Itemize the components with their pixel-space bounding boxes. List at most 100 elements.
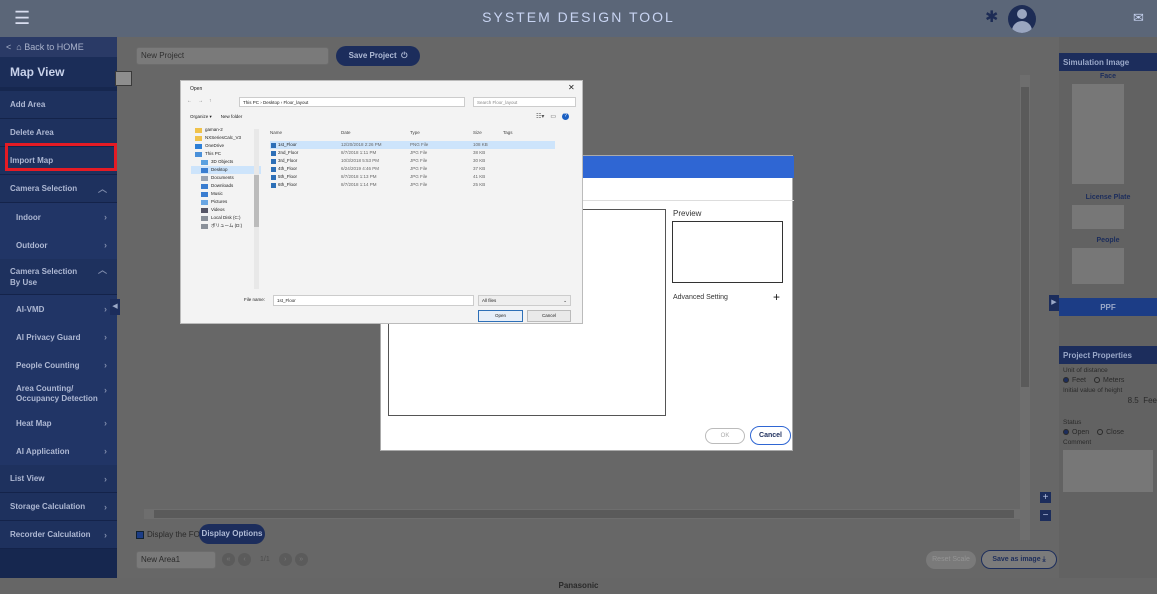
sidebar-item-people-counting[interactable]: People Counting › [0, 351, 117, 379]
help-icon[interactable]: ? [562, 113, 570, 120]
cancel-button[interactable]: Cancel [750, 426, 791, 445]
tree-item[interactable]: NXSeriesCalc_V3 [191, 134, 261, 142]
tree-item[interactable]: gaman-2 [191, 126, 261, 134]
vertical-scrollbar[interactable] [1020, 75, 1030, 540]
sidebar-item-ai-application[interactable]: AI Application › [0, 437, 117, 465]
settings-gear-icon[interactable]: ✱ [985, 9, 1003, 27]
file-type: JPG File [410, 174, 428, 179]
address-bar[interactable]: This PC › Desktop › Floor_layout [239, 97, 465, 107]
status-close-radio[interactable]: Close [1097, 429, 1124, 436]
open-button[interactable]: Open [478, 310, 523, 322]
initial-height-field[interactable]: 8.5 Fee [1059, 395, 1157, 406]
tree-item[interactable]: Local Disk (C:) [191, 214, 261, 222]
last-page-icon[interactable]: » [294, 553, 308, 566]
collapse-right-icon[interactable]: ▶ [1049, 295, 1059, 311]
tree-item[interactable]: 3D Objects [191, 158, 261, 166]
user-avatar-icon[interactable] [1008, 5, 1036, 33]
layer-toggle-icon[interactable] [115, 71, 132, 86]
file-row[interactable]: 5th_Floor 8/7/2018 1:13 PM JPG File 41 KB [270, 173, 555, 181]
file-row[interactable]: 3rd_Floor 10/3/2018 5:53 PM JPG File 30 KB [270, 157, 555, 165]
tree-item[interactable]: This PC [191, 150, 261, 158]
tree-item[interactable]: ボリューム (D:) [191, 222, 261, 230]
simulation-image-header[interactable]: Simulation Image [1059, 53, 1157, 71]
expand-plus-icon[interactable]: + [773, 290, 780, 304]
tree-item[interactable]: Desktop [191, 166, 261, 174]
sidebar-item-storage-calculation[interactable]: Storage Calculation › [0, 493, 117, 521]
tree-item[interactable]: Pictures [191, 198, 261, 206]
mail-icon[interactable]: ✉ [1133, 10, 1144, 26]
search-input[interactable]: Search Floor_layout [473, 97, 576, 107]
close-icon[interactable]: ✕ [568, 83, 575, 92]
area-name-input[interactable]: New Area1 [136, 551, 216, 569]
forward-arrow-icon[interactable]: → [198, 98, 203, 104]
column-header[interactable]: Type [410, 130, 473, 135]
scroll-thumb[interactable] [154, 510, 1014, 518]
scroll-thumb[interactable] [1021, 87, 1029, 387]
display-options-button[interactable]: Display Options [199, 524, 265, 544]
sidebar-item-indoor[interactable]: Indoor › [0, 203, 117, 231]
back-arrow-icon[interactable]: ← [187, 98, 192, 104]
sidebar-item-recorder-calculation[interactable]: Recorder Calculation › [0, 521, 117, 549]
tree-scrollbar[interactable] [254, 129, 259, 289]
people-preview [1072, 248, 1124, 284]
tree-item[interactable]: Documents [191, 174, 261, 182]
sidebar-item-heat-map[interactable]: Heat Map › [0, 409, 117, 437]
column-header[interactable]: Size [473, 130, 503, 135]
ok-button[interactable]: OK [705, 428, 745, 444]
next-page-icon[interactable]: › [278, 553, 292, 566]
file-row[interactable]: 1st_Floor 12/20/2018 2:26 PM PNG File 108 K… [270, 141, 555, 149]
new-folder-button[interactable]: New folder [221, 114, 243, 120]
comment-textarea[interactable] [1063, 450, 1153, 492]
sidebar-item-list-view[interactable]: List View › [0, 465, 117, 493]
sidebar-item-ai-privacy-guard[interactable]: AI Privacy Guard › [0, 323, 117, 351]
horizontal-scrollbar[interactable] [144, 509, 1022, 519]
project-name-input[interactable]: New Project [136, 47, 329, 65]
preview-pane-icon[interactable]: ▭ [550, 113, 556, 120]
unit-meters-radio[interactable]: Meters [1094, 377, 1124, 384]
organize-menu[interactable]: Organize ▾ [190, 114, 212, 120]
tree-item[interactable]: Downloads [191, 182, 261, 190]
map-view-label: Map View [10, 65, 65, 79]
tree-item[interactable]: OneDrive [191, 142, 261, 150]
back-to-home-link[interactable]: < ⌂ Back to HOME [0, 37, 117, 57]
status-open-radio[interactable]: Open [1063, 429, 1089, 436]
up-arrow-icon[interactable]: ↑ [209, 98, 212, 104]
display-fov-checkbox[interactable]: Display the FOV [136, 530, 205, 539]
view-options-icon[interactable]: ☷▾ [536, 113, 544, 120]
file-type-select[interactable]: All files ⌄ [478, 295, 571, 306]
file-row[interactable]: 2nd_Floor 8/7/2018 1:11 PM JPG File 38 KB [270, 149, 555, 157]
collapse-left-icon[interactable]: ◀ [110, 299, 120, 315]
tree-item[interactable]: Videos [191, 206, 261, 214]
map-view-header: Map View [0, 57, 117, 87]
project-properties-header[interactable]: Project Properties [1059, 346, 1157, 364]
sidebar-item-label: Heat Map [16, 418, 52, 428]
save-project-button[interactable]: Save Project ⏻ [336, 46, 420, 66]
sidebar-item-label: Camera Selection [10, 184, 78, 193]
sidebar-item-add-area[interactable]: Add Area [0, 91, 117, 119]
column-header[interactable]: Date [341, 130, 410, 135]
file-row[interactable]: 4th_Floor 6/24/2019 4:46 PM JPG File 37 KB [270, 165, 555, 173]
scroll-thumb[interactable] [254, 175, 259, 227]
column-header[interactable]: Tags [503, 130, 555, 135]
file-name-text: 2nd_Floor [278, 150, 299, 155]
sidebar-item-camera-selection-by-use[interactable]: Camera Selection By Use ︿ [0, 259, 117, 295]
reset-scale-button[interactable]: Reset Scale [926, 551, 976, 569]
file-list: 1st_Floor 12/20/2018 2:26 PM PNG File 108 K… [270, 141, 555, 189]
column-header[interactable]: Name [270, 130, 341, 135]
prev-page-icon[interactable]: ‹ [238, 553, 251, 566]
zoom-in-button[interactable]: + [1040, 492, 1051, 503]
first-page-icon[interactable]: « [222, 553, 235, 566]
tree-item[interactable]: Music [191, 190, 261, 198]
preview-label: Preview [673, 209, 702, 218]
sidebar-item-area-counting[interactable]: Area Counting/ Occupancy Detection › [0, 379, 117, 409]
file-name-input[interactable]: 1st_Floor [273, 295, 474, 306]
sidebar-item-ai-vmd[interactable]: AI-VMD › [0, 295, 117, 323]
zoom-out-button[interactable]: − [1040, 510, 1051, 521]
sidebar-item-outdoor[interactable]: Outdoor › [0, 231, 117, 259]
file-row[interactable]: 6th_Floor 8/7/2018 1:14 PM JPG File 25 KB [270, 181, 555, 189]
unit-feet-radio[interactable]: Feet [1063, 377, 1086, 384]
dialog-cancel-button[interactable]: Cancel [527, 310, 571, 322]
save-as-image-button[interactable]: Save as image ⤓ [981, 550, 1057, 569]
sidebar-item-camera-selection[interactable]: Camera Selection ︿ [0, 175, 117, 203]
chevron-up-icon: ︿ [97, 184, 107, 194]
